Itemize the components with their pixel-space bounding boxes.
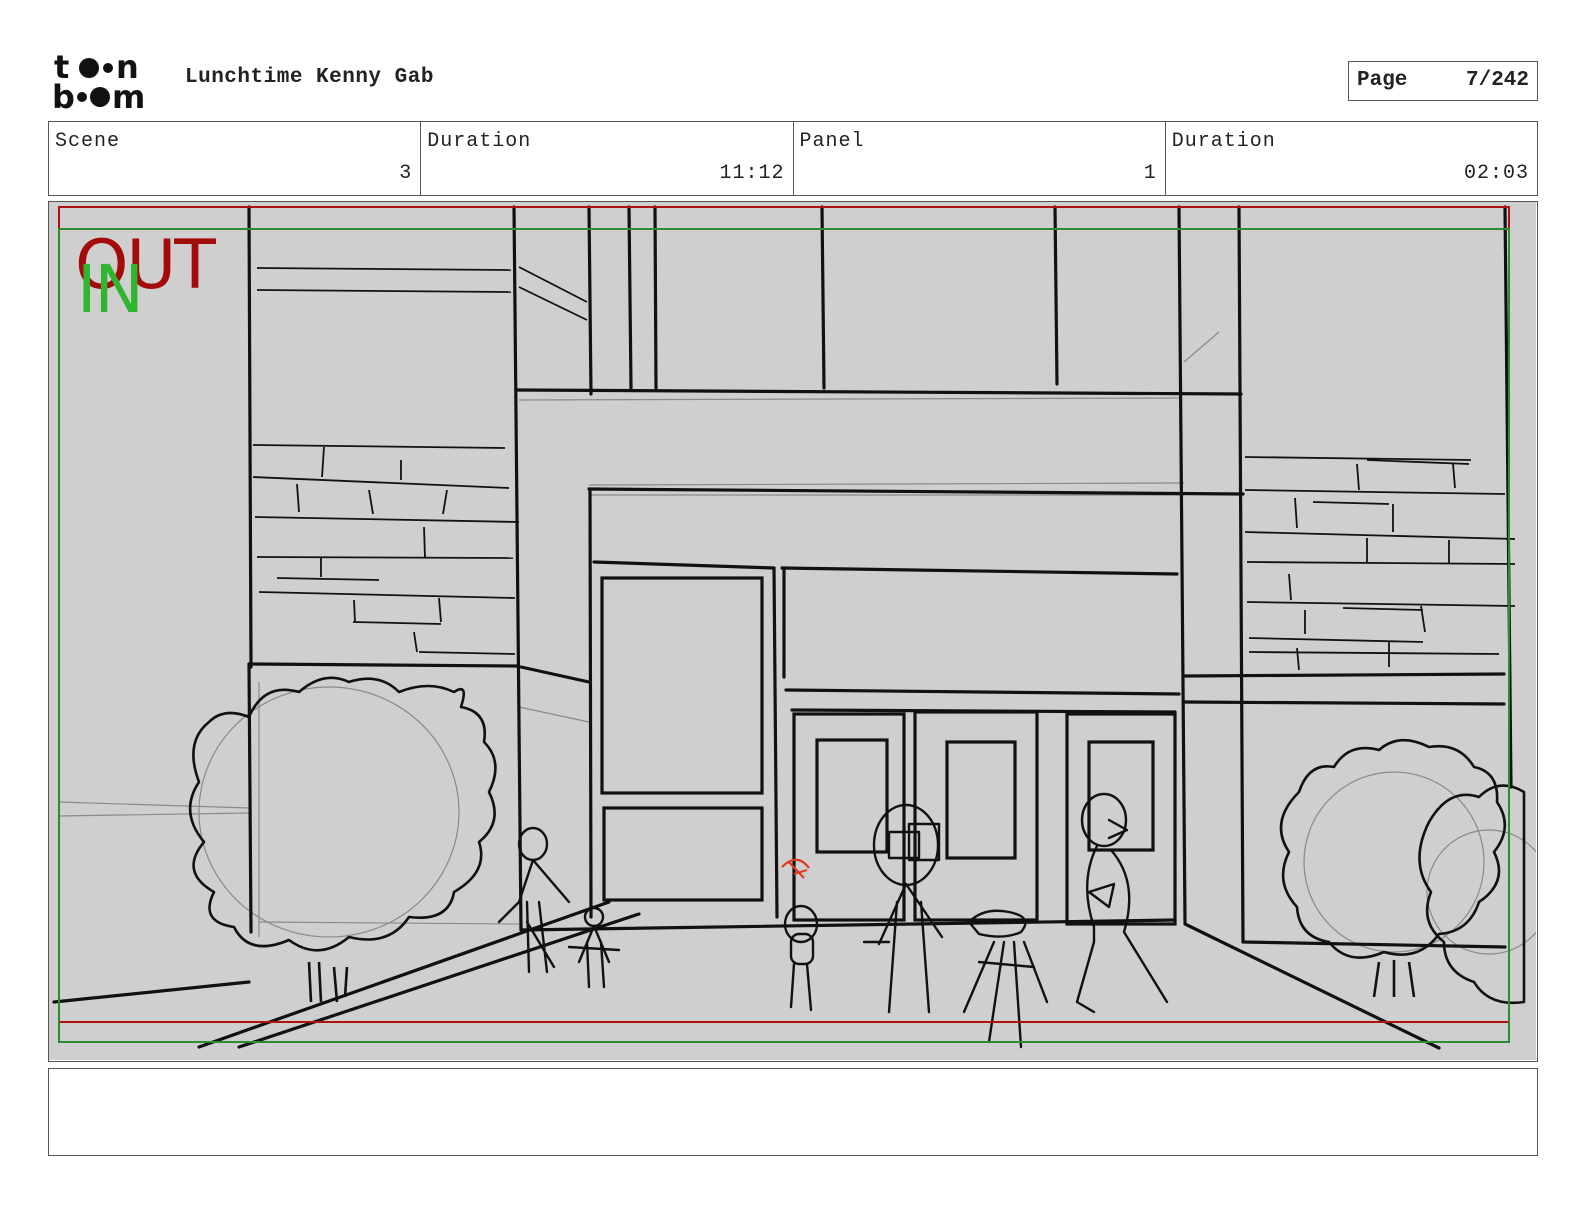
scene-duration-cell: Duration 11:12 [421, 122, 794, 195]
panel-notes-box [48, 1068, 1538, 1156]
panel-duration-value: 02:03 [1463, 162, 1529, 185]
panel-label: Panel [799, 130, 865, 153]
page-indicator: Page 7/242 [1348, 61, 1538, 101]
in-frame-marker: IN [77, 251, 144, 328]
panel-cell: Panel 1 [794, 122, 1166, 195]
svg-text:b: b [52, 78, 75, 112]
panel-duration-cell: Duration 02:03 [1166, 122, 1537, 195]
scene-cell: Scene 3 [49, 122, 422, 195]
scene-value: 3 [399, 162, 413, 185]
svg-text:m: m [112, 78, 145, 112]
page-label: Page [1357, 69, 1408, 92]
panel-info-row: Scene 3 Duration 11:12 Panel 1 Duration … [48, 121, 1538, 196]
panel-duration-label: Duration [1171, 130, 1276, 153]
scene-label: Scene [55, 130, 121, 153]
project-title: Lunchtime Kenny Gab [185, 66, 434, 89]
panel-value: 1 [1143, 162, 1157, 185]
panel-sketch [49, 202, 1536, 1060]
scene-duration-label: Duration [427, 130, 532, 153]
toon-boom-logo: t n b m [52, 48, 164, 116]
scene-duration-value: 11:12 [719, 162, 785, 185]
storyboard-panel: OUT IN [48, 201, 1538, 1062]
page-number: 7/242 [1465, 69, 1529, 92]
